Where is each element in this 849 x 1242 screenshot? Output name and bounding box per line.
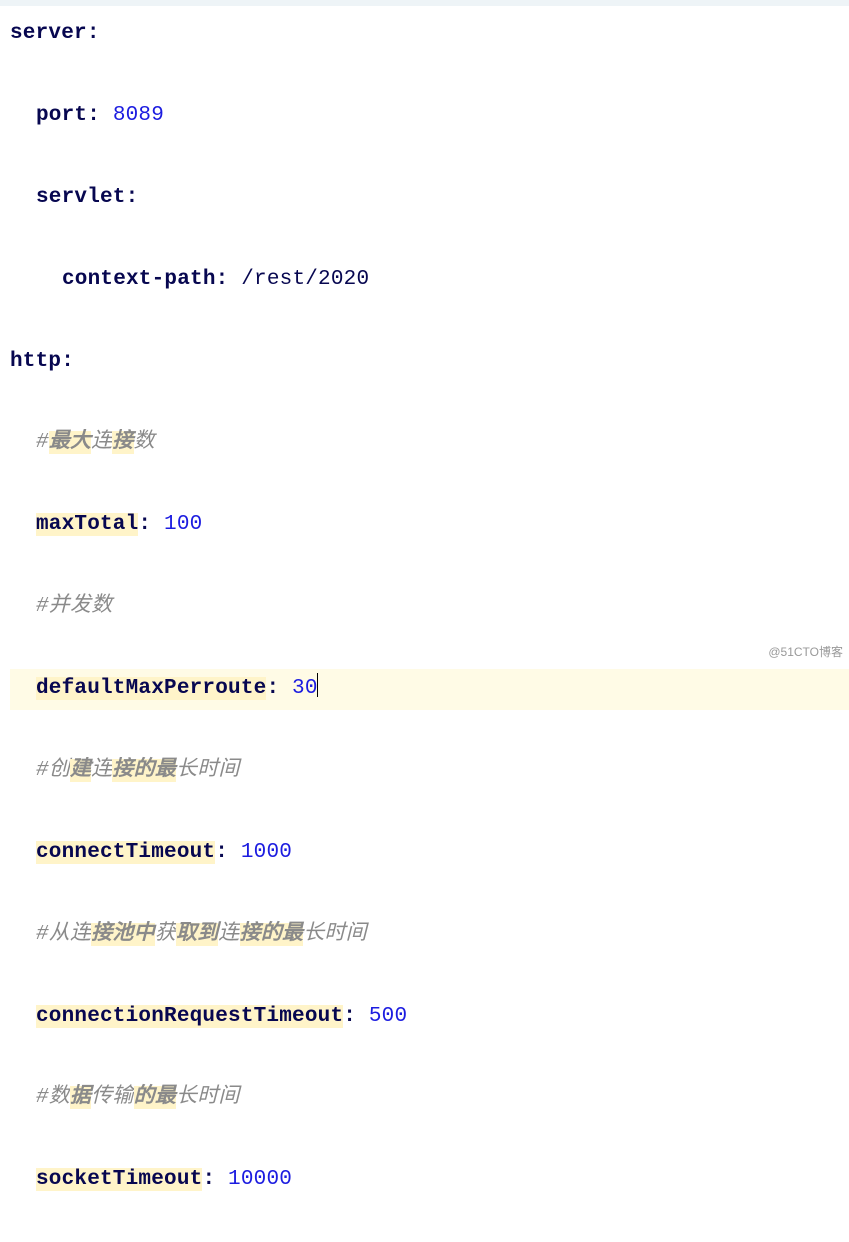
top-border: [0, 0, 849, 6]
yaml-value: 30: [292, 677, 318, 700]
yaml-value: 10000: [228, 1168, 292, 1191]
yaml-line-server: server:: [10, 14, 849, 55]
yaml-key: defaultMaxPerroute: [36, 677, 266, 700]
yaml-comment: #从连接池中获取到连接的最长时间: [10, 915, 849, 956]
yaml-comment: #并发数: [10, 587, 849, 628]
yaml-line-context-path: context-path: /rest/2020: [10, 260, 849, 301]
yaml-value: 8089: [113, 104, 164, 127]
yaml-value: 1000: [241, 841, 292, 864]
yaml-key: connectionRequestTimeout: [36, 1005, 343, 1028]
yaml-value: 100: [164, 513, 202, 536]
yaml-key: server: [10, 22, 87, 45]
yaml-key: maxTotal: [36, 513, 138, 536]
yaml-value: /rest/2020: [241, 268, 369, 291]
yaml-line-http: http:: [10, 342, 849, 383]
watermark-text: @51CTO博客: [768, 641, 843, 664]
yaml-key: servlet: [36, 186, 126, 209]
yaml-line-connect-timeout: connectTimeout: 1000: [10, 833, 849, 874]
yaml-line-socket-timeout: socketTimeout: 10000: [10, 1160, 849, 1201]
yaml-key: socketTimeout: [36, 1168, 202, 1191]
yaml-value: 500: [369, 1005, 407, 1028]
yaml-key: context-path: [62, 268, 216, 291]
yaml-line-default-max-perroute[interactable]: defaultMaxPerroute: 30: [10, 669, 849, 710]
yaml-line-maxtotal: maxTotal: 100: [10, 505, 849, 546]
yaml-key: connectTimeout: [36, 841, 215, 864]
yaml-comment: #数据传输的最长时间: [10, 1078, 849, 1119]
yaml-line-port: port: 8089: [10, 96, 849, 137]
text-cursor: [317, 673, 319, 697]
yaml-comment: #创建连接的最长时间: [10, 751, 849, 792]
yaml-key: http: [10, 350, 61, 373]
yaml-code-block: server: port: 8089 servlet: context-path…: [10, 14, 849, 1242]
yaml-comment: #最大连接数: [10, 423, 849, 464]
yaml-line-servlet: servlet:: [10, 178, 849, 219]
yaml-key: port: [36, 104, 87, 127]
yaml-line-conn-req-timeout: connectionRequestTimeout: 500: [10, 997, 849, 1038]
